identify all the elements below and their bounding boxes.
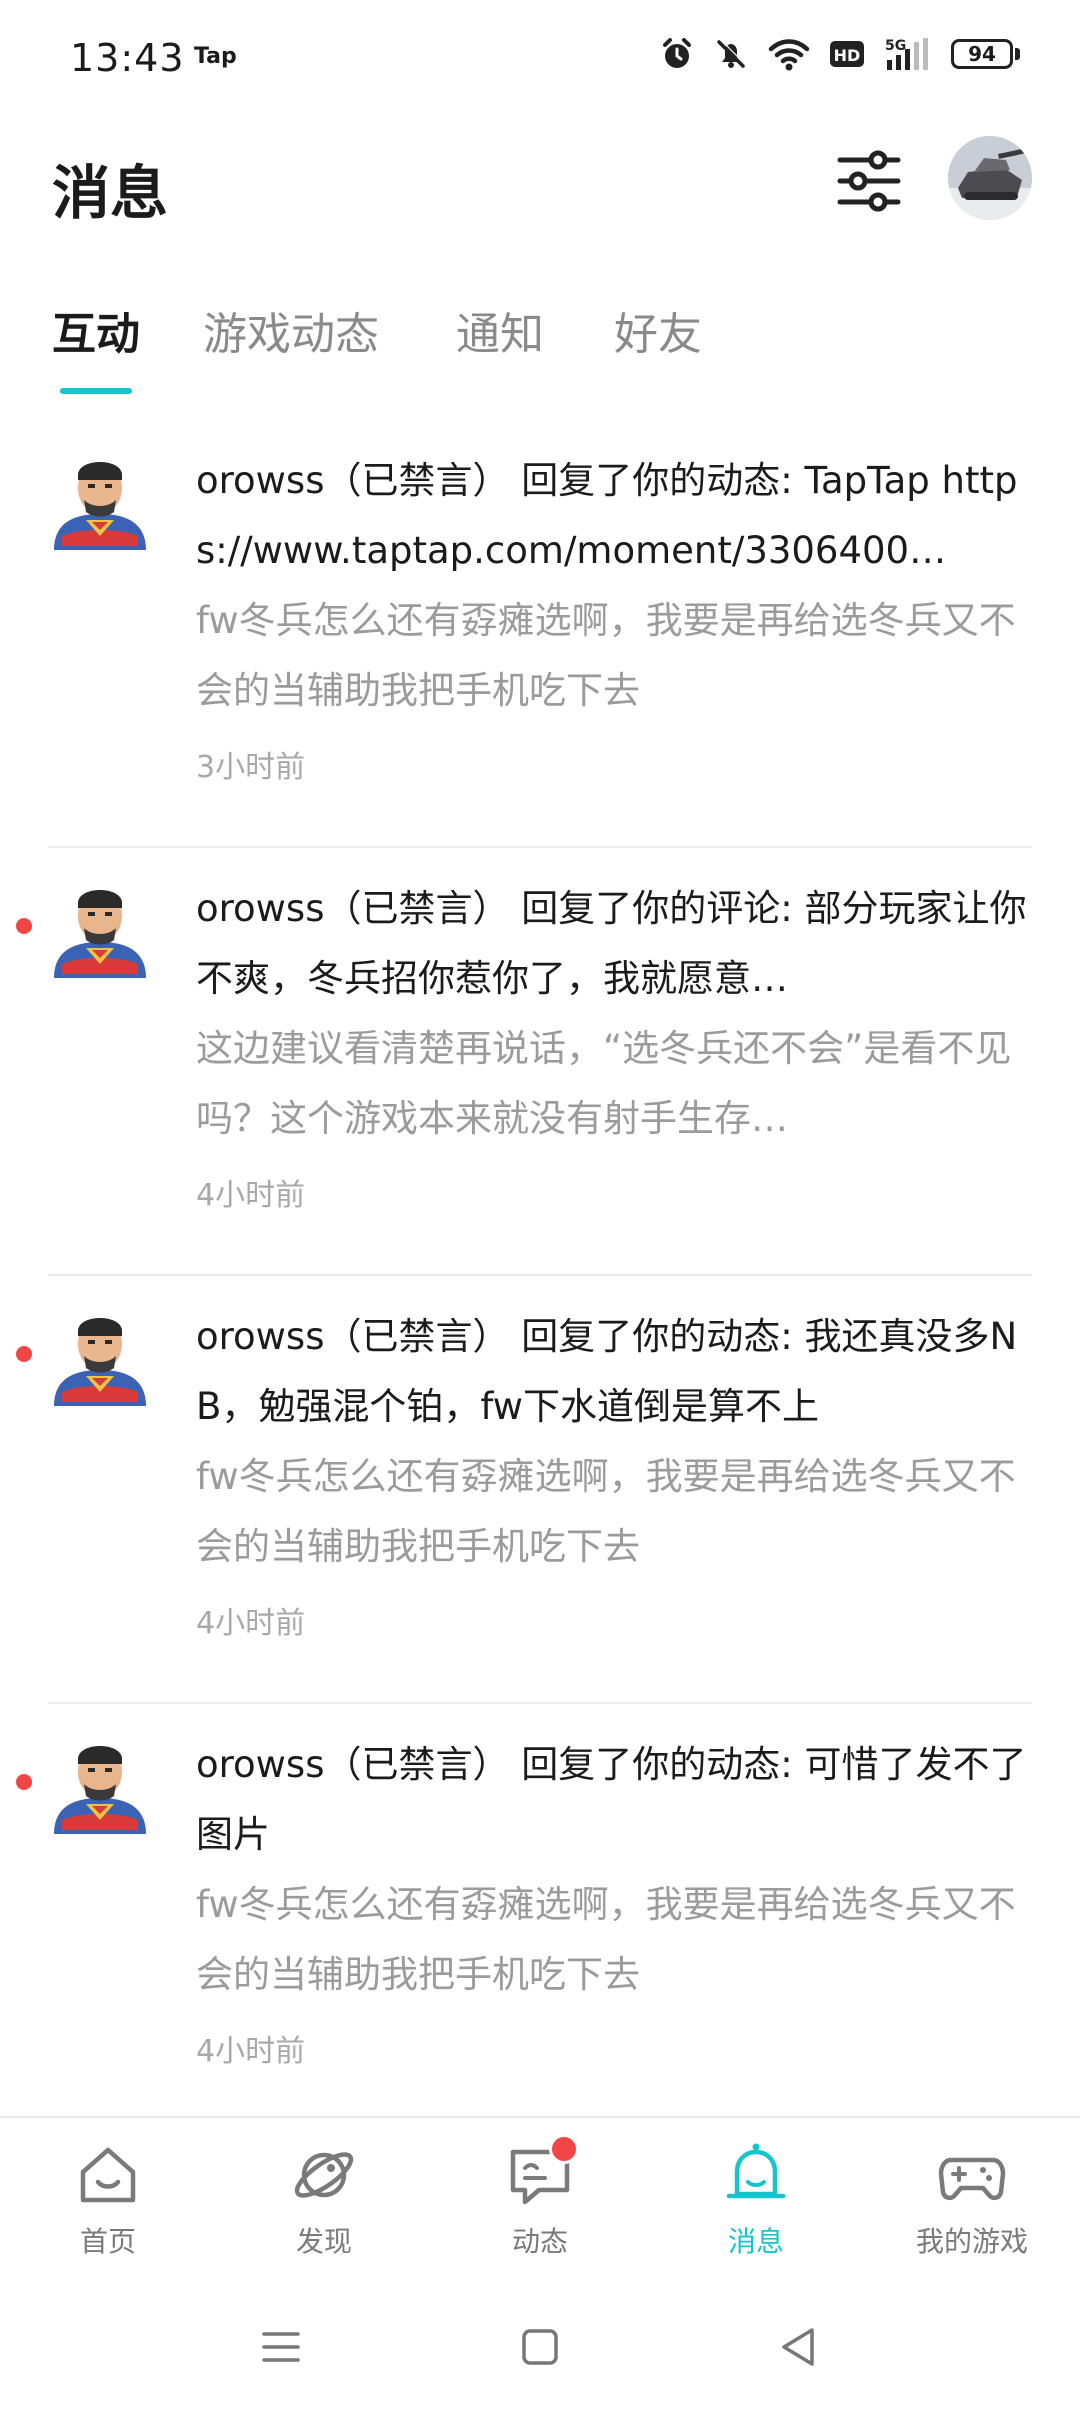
planet-icon bbox=[294, 2152, 354, 2198]
back-triangle-icon bbox=[782, 2328, 814, 2366]
sender-avatar[interactable] bbox=[48, 450, 152, 554]
message-content: orowss（已禁言） 回复了你的评论: 部分玩家让你不爽，冬兵招你惹你了，我就… bbox=[196, 874, 1030, 1214]
message-time: 3小时前 bbox=[196, 750, 306, 785]
home-button[interactable] bbox=[515, 2322, 565, 2372]
signal-icon: 5G bbox=[885, 38, 928, 70]
message-content: orowss（已禁言） 回复了你的动态: TapTap https://www.… bbox=[196, 446, 1030, 786]
hd-text: HD bbox=[834, 46, 861, 65]
message-title: orowss（已禁言） 回复了你的动态: 可惜了发不了图片 bbox=[196, 1743, 1027, 1856]
recent-apps-button[interactable] bbox=[256, 2322, 306, 2372]
menu-icon bbox=[262, 2332, 300, 2362]
wifi-icon bbox=[768, 39, 810, 71]
superhero-avatar-icon bbox=[54, 890, 146, 978]
bell-icon bbox=[726, 2143, 786, 2199]
tab-game-updates[interactable]: 游戏动态 bbox=[203, 298, 379, 362]
superhero-avatar-icon bbox=[54, 462, 146, 550]
nav-feed[interactable]: 动态 bbox=[432, 2134, 648, 2260]
status-time: 13:43 bbox=[70, 36, 185, 80]
header: 消息 bbox=[0, 120, 1080, 240]
nav-discover[interactable]: 发现 bbox=[216, 2140, 432, 2260]
message-item[interactable]: orowss（已禁言） 回复了你的动态: 我还真没多NB，勉强混个铂，fw下水道… bbox=[0, 1276, 1080, 1704]
network-label: 5G bbox=[885, 38, 906, 54]
square-icon bbox=[522, 2329, 558, 2365]
tank-avatar-icon bbox=[948, 136, 1032, 220]
hd-icon: HD bbox=[830, 41, 864, 67]
unread-dot bbox=[16, 1346, 32, 1362]
system-nav-bar bbox=[0, 2282, 1080, 2412]
message-time: 4小时前 bbox=[196, 1606, 306, 1641]
nav-home[interactable]: 首页 bbox=[0, 2140, 216, 2260]
battery-level: 94 bbox=[951, 39, 1013, 69]
message-quote: fw冬兵怎么还有孬瘫选啊，我要是再给选冬兵又不会的当辅助我把手机吃下去 bbox=[196, 1883, 1016, 1996]
active-tab-indicator bbox=[60, 388, 132, 394]
filter-button[interactable] bbox=[834, 146, 904, 216]
message-item[interactable]: orowss（已禁言） 回复了你的动态: 可惜了发不了图片 fw冬兵怎么还有孬瘫… bbox=[0, 1704, 1080, 2132]
sender-avatar[interactable] bbox=[48, 1734, 152, 1838]
nav-my-games[interactable]: 我的游戏 bbox=[864, 2140, 1080, 2260]
bottom-nav: 首页 发现 动态 消息 我的游戏 bbox=[0, 2116, 1080, 2282]
status-icons: HD 5G 94 bbox=[659, 36, 1020, 72]
back-button[interactable] bbox=[774, 2322, 824, 2372]
message-quote: fw冬兵怎么还有孬瘫选啊，我要是再给选冬兵又不会的当辅助我把手机吃下去 bbox=[196, 1455, 1016, 1568]
user-avatar[interactable] bbox=[948, 136, 1032, 220]
sender-avatar[interactable] bbox=[48, 1306, 152, 1410]
nav-label: 动态 bbox=[511, 2225, 568, 2258]
home-icon bbox=[80, 2147, 136, 2203]
alarm-icon bbox=[663, 38, 691, 68]
message-quote: 这边建议看清楚再说话，“选冬兵还不会”是看不见吗？这个游戏本来就没有射手生存… bbox=[196, 1027, 1012, 1140]
nav-label: 我的游戏 bbox=[915, 2225, 1028, 2258]
status-bar: 13:43 Tap HD 5G 94 bbox=[0, 0, 1080, 120]
unread-dot bbox=[16, 918, 32, 934]
message-quote: fw冬兵怎么还有孬瘫选啊，我要是再给选冬兵又不会的当辅助我把手机吃下去 bbox=[196, 599, 1016, 712]
mute-bell-icon bbox=[717, 39, 746, 68]
sender-avatar[interactable] bbox=[48, 878, 152, 982]
message-time: 4小时前 bbox=[196, 1178, 306, 1213]
message-title: orowss（已禁言） 回复了你的动态: 我还真没多NB，勉强混个铂，fw下水道… bbox=[196, 1315, 1018, 1428]
message-time: 4小时前 bbox=[196, 2034, 306, 2069]
tab-interaction[interactable]: 互动 bbox=[52, 298, 140, 362]
notification-badge bbox=[549, 2134, 579, 2164]
nav-label: 首页 bbox=[79, 2225, 136, 2258]
nav-label: 消息 bbox=[727, 2225, 784, 2258]
nav-messages[interactable]: 消息 bbox=[648, 2140, 864, 2260]
superhero-avatar-icon bbox=[54, 1318, 146, 1406]
sliders-icon bbox=[837, 150, 901, 212]
message-title: orowss（已禁言） 回复了你的动态: TapTap https://www.… bbox=[196, 459, 1018, 572]
message-item[interactable]: orowss（已禁言） 回复了你的动态: TapTap https://www.… bbox=[0, 420, 1080, 848]
message-list: orowss（已禁言） 回复了你的动态: TapTap https://www.… bbox=[0, 420, 1080, 2132]
page-title: 消息 bbox=[52, 159, 169, 227]
tab-notifications[interactable]: 通知 bbox=[456, 298, 544, 362]
tab-friends[interactable]: 好友 bbox=[614, 298, 702, 362]
message-content: orowss（已禁言） 回复了你的动态: 我还真没多NB，勉强混个铂，fw下水道… bbox=[196, 1302, 1030, 1642]
battery-icon: 94 bbox=[951, 39, 1020, 69]
message-item[interactable]: orowss（已禁言） 回复了你的评论: 部分玩家让你不爽，冬兵招你惹你了，我就… bbox=[0, 848, 1080, 1276]
unread-dot bbox=[16, 1774, 32, 1790]
message-content: orowss（已禁言） 回复了你的动态: 可惜了发不了图片 fw冬兵怎么还有孬瘫… bbox=[196, 1730, 1030, 2070]
status-app-label: Tap bbox=[194, 44, 237, 69]
gamepad-icon bbox=[938, 2157, 1006, 2201]
message-title: orowss（已禁言） 回复了你的评论: 部分玩家让你不爽，冬兵招你惹你了，我就… bbox=[196, 887, 1027, 1000]
tab-bar: 互动 游戏动态 通知 好友 bbox=[0, 280, 1080, 400]
superhero-avatar-icon bbox=[54, 1746, 146, 1834]
nav-label: 发现 bbox=[295, 2225, 352, 2258]
